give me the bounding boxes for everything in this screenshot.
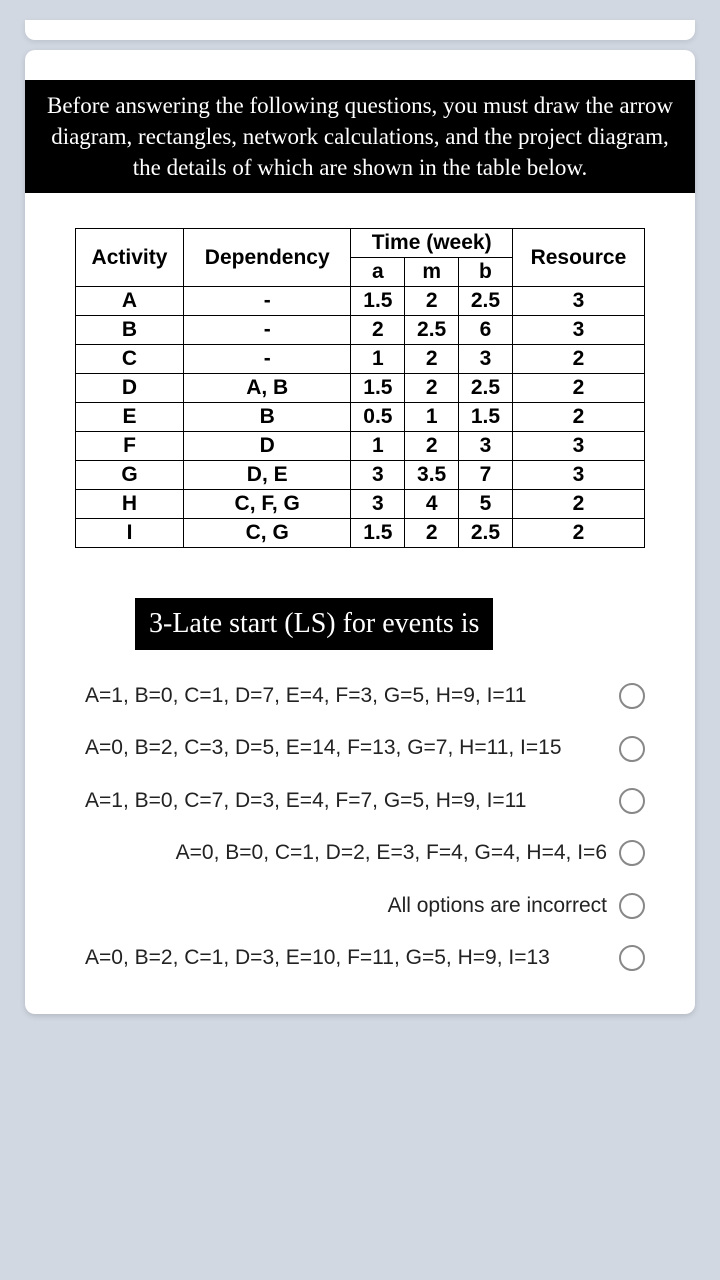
cell-resource: 2 xyxy=(512,519,644,548)
table-container: Activity Dependency Time (week) Resource… xyxy=(25,193,695,568)
answer-option[interactable]: A=1, B=0, C=1, D=7, E=4, F=3, G=5, H=9, … xyxy=(65,670,655,722)
cell-a: 1.5 xyxy=(351,519,405,548)
cell-activity: G xyxy=(76,461,184,490)
answer-option[interactable]: A=0, B=2, C=3, D=5, E=14, F=13, G=7, H=1… xyxy=(65,722,655,774)
cell-resource: 3 xyxy=(512,432,644,461)
cell-b: 5 xyxy=(459,490,513,519)
table-row: EB0.511.52 xyxy=(76,403,645,432)
cell-a: 3 xyxy=(351,490,405,519)
cell-dependency: C, F, G xyxy=(183,490,351,519)
intro-text: Before answering the following questions… xyxy=(25,80,695,193)
table-row: GD, E33.573 xyxy=(76,461,645,490)
cell-activity: H xyxy=(76,490,184,519)
option-text: A=1, B=0, C=7, D=3, E=4, F=7, G=5, H=9, … xyxy=(85,787,619,815)
option-text: A=1, B=0, C=1, D=7, E=4, F=3, G=5, H=9, … xyxy=(85,682,619,710)
answer-option[interactable]: A=1, B=0, C=7, D=3, E=4, F=7, G=5, H=9, … xyxy=(65,775,655,827)
cell-activity: A xyxy=(76,287,184,316)
cell-activity: D xyxy=(76,374,184,403)
cell-a: 0.5 xyxy=(351,403,405,432)
cell-b: 2.5 xyxy=(459,374,513,403)
card: Before answering the following questions… xyxy=(25,50,695,1014)
cell-dependency: D xyxy=(183,432,351,461)
table-row: FD1233 xyxy=(76,432,645,461)
cell-activity: I xyxy=(76,519,184,548)
cell-b: 6 xyxy=(459,316,513,345)
cell-resource: 2 xyxy=(512,490,644,519)
cell-dependency: B xyxy=(183,403,351,432)
cell-m: 2 xyxy=(405,374,459,403)
table-row: B-22.563 xyxy=(76,316,645,345)
cell-m: 2 xyxy=(405,519,459,548)
cell-activity: B xyxy=(76,316,184,345)
table-row: C-1232 xyxy=(76,345,645,374)
cell-activity: F xyxy=(76,432,184,461)
cell-a: 2 xyxy=(351,316,405,345)
cell-a: 1.5 xyxy=(351,374,405,403)
cell-m: 2 xyxy=(405,345,459,374)
cell-a: 1 xyxy=(351,432,405,461)
table-row: A-1.522.53 xyxy=(76,287,645,316)
cell-dependency: C, G xyxy=(183,519,351,548)
question-container: 3-Late start (LS) for events is A=1, B=0… xyxy=(25,568,695,1014)
cell-b: 3 xyxy=(459,345,513,374)
cell-resource: 3 xyxy=(512,316,644,345)
cell-a: 1.5 xyxy=(351,287,405,316)
radio-icon[interactable] xyxy=(619,893,645,919)
answer-option[interactable]: A=0, B=2, C=1, D=3, E=10, F=11, G=5, H=9… xyxy=(65,932,655,984)
radio-icon[interactable] xyxy=(619,683,645,709)
answer-option[interactable]: All options are incorrect xyxy=(65,880,655,932)
table-header-row: Activity Dependency Time (week) Resource xyxy=(76,229,645,258)
header-b: b xyxy=(459,258,513,287)
radio-icon[interactable] xyxy=(619,788,645,814)
table-row: IC, G1.522.52 xyxy=(76,519,645,548)
header-m: m xyxy=(405,258,459,287)
radio-icon[interactable] xyxy=(619,736,645,762)
header-resource: Resource xyxy=(512,229,644,287)
header-dependency: Dependency xyxy=(183,229,351,287)
cell-a: 1 xyxy=(351,345,405,374)
cell-resource: 2 xyxy=(512,345,644,374)
cell-m: 3.5 xyxy=(405,461,459,490)
cell-resource: 3 xyxy=(512,461,644,490)
header-activity: Activity xyxy=(76,229,184,287)
cell-b: 2.5 xyxy=(459,287,513,316)
cell-activity: E xyxy=(76,403,184,432)
cell-m: 2 xyxy=(405,287,459,316)
question-title: 3-Late start (LS) for events is xyxy=(135,598,493,650)
cell-m: 2.5 xyxy=(405,316,459,345)
answer-option[interactable]: A=0, B=0, C=1, D=2, E=3, F=4, G=4, H=4, … xyxy=(65,827,655,879)
option-text: A=0, B=0, C=1, D=2, E=3, F=4, G=4, H=4, … xyxy=(85,839,619,867)
option-text: All options are incorrect xyxy=(85,892,619,920)
header-time-group: Time (week) xyxy=(351,229,512,258)
cell-a: 3 xyxy=(351,461,405,490)
cell-m: 2 xyxy=(405,432,459,461)
table-row: HC, F, G3452 xyxy=(76,490,645,519)
cell-m: 1 xyxy=(405,403,459,432)
cell-dependency: D, E xyxy=(183,461,351,490)
previous-card-edge xyxy=(25,20,695,40)
cell-resource: 2 xyxy=(512,403,644,432)
option-text: A=0, B=2, C=3, D=5, E=14, F=13, G=7, H=1… xyxy=(85,734,619,762)
cell-dependency: - xyxy=(183,316,351,345)
cell-activity: C xyxy=(76,345,184,374)
radio-icon[interactable] xyxy=(619,840,645,866)
radio-icon[interactable] xyxy=(619,945,645,971)
cell-resource: 2 xyxy=(512,374,644,403)
option-text: A=0, B=2, C=1, D=3, E=10, F=11, G=5, H=9… xyxy=(85,944,619,972)
cell-b: 1.5 xyxy=(459,403,513,432)
cell-dependency: - xyxy=(183,345,351,374)
cell-dependency: - xyxy=(183,287,351,316)
cell-dependency: A, B xyxy=(183,374,351,403)
cell-b: 3 xyxy=(459,432,513,461)
cell-b: 7 xyxy=(459,461,513,490)
cell-resource: 3 xyxy=(512,287,644,316)
activity-table: Activity Dependency Time (week) Resource… xyxy=(75,228,645,548)
cell-b: 2.5 xyxy=(459,519,513,548)
cell-m: 4 xyxy=(405,490,459,519)
header-a: a xyxy=(351,258,405,287)
table-row: DA, B1.522.52 xyxy=(76,374,645,403)
